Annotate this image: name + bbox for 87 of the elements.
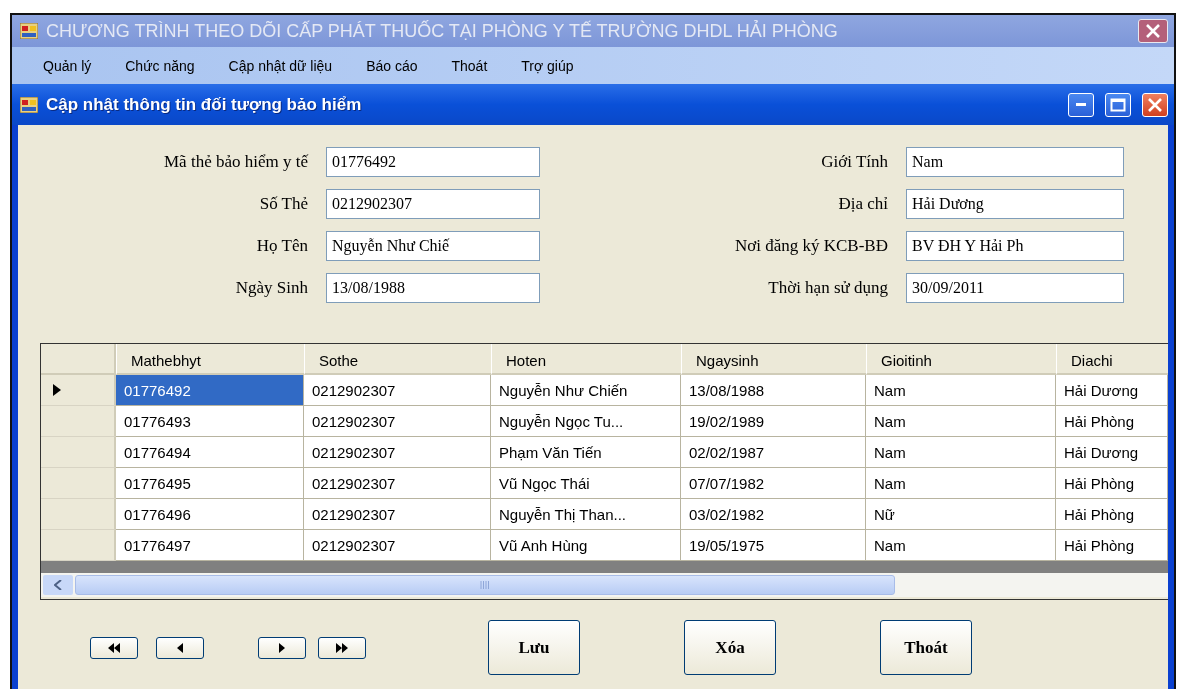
app-icon [20,23,38,39]
action-button[interactable]: Lưu [488,620,580,675]
minimize-icon [1076,103,1086,106]
table-cell: Phạm Văn Tiến [491,437,681,468]
table-cell: 0212902307 [304,375,491,406]
action-button[interactable]: Thoát [880,620,972,675]
minimize-button[interactable] [1068,92,1094,117]
action-button[interactable]: Xóa [684,620,776,675]
field-label: Ngày Sinh [235,278,308,298]
row-header[interactable] [41,375,116,406]
menu-item[interactable]: Thoát [434,57,505,74]
table-cell: 19/02/1989 [681,406,866,437]
table-cell: Nguyễn Thị Than... [491,499,681,530]
table-cell: Hải Phòng [1056,406,1168,437]
input-field[interactable]: 30/09/2011 [906,273,1124,303]
field-label: Số Thẻ [259,194,308,214]
field-label: Địa chỉ [838,194,888,214]
table-cell: Nữ [866,499,1056,530]
column-header[interactable]: Mathebhyt [116,344,304,375]
scroll-thumb[interactable] [75,575,895,595]
input-field[interactable]: BV ĐH Y Hải Ph [906,231,1124,261]
menu-item[interactable]: Quản lý [26,57,109,74]
table-cell: 0212902307 [304,499,491,530]
table-cell: Nam [866,468,1056,499]
table-cell: 02/02/1987 [681,437,866,468]
close-icon [1145,24,1161,38]
table-cell: 0212902307 [304,406,491,437]
close-button[interactable] [1138,19,1168,43]
column-header[interactable]: Hoten [491,344,681,375]
input-field[interactable]: 01776492 [326,147,540,177]
column-header[interactable]: Diachi [1056,344,1168,375]
table-cell: Hải Phòng [1056,468,1168,499]
menu-item[interactable]: Trợ giúp [504,57,591,74]
table-cell: 01776493 [116,406,304,437]
maximize-button[interactable] [1105,92,1131,117]
field-label: Nơi đăng ký KCB-BĐ [734,236,888,256]
table-cell: 13/08/1988 [681,375,866,406]
form-icon [20,96,38,113]
table-cell: Nam [866,375,1056,406]
table-cell: 07/07/1982 [681,468,866,499]
previous-button[interactable] [156,636,204,659]
table-cell: 01776496 [116,499,304,530]
horizontal-scrollbar[interactable] [41,573,1168,597]
field-label: Mã thẻ bảo hiểm y tế [164,152,308,172]
table-cell: Nam [866,437,1056,468]
column-header[interactable]: Sothe [304,344,491,375]
table-cell: Nguyễn Như Chiến [491,375,681,406]
left-arrow-icon [177,642,183,653]
table-cell: Nam [866,406,1056,437]
next-button[interactable] [258,636,306,659]
table-cell: Vũ Ngọc Thái [491,468,681,499]
input-field[interactable]: 13/08/1988 [326,273,540,303]
table-cell: Hải Dương [1056,437,1168,468]
table-cell: 0212902307 [304,437,491,468]
right-arrow-icon [279,642,285,653]
table-cell: Hải Phòng [1056,499,1168,530]
column-header[interactable]: Ngaysinh [681,344,866,375]
table-cell: 0212902307 [304,468,491,499]
last-button[interactable] [318,636,366,659]
double-left-arrow-icon [108,642,120,653]
table-cell: 01776492 [116,375,304,406]
grip-icon [480,581,490,589]
table-cell: 01776494 [116,437,304,468]
current-row-icon [53,384,61,396]
field-label: Giới Tính [821,152,888,172]
field-label: Thời hạn sử dụng [768,278,888,298]
menu-item[interactable]: Chức năng [108,57,212,74]
maximize-icon [1110,97,1126,112]
table-cell: Hải Dương [1056,375,1168,406]
form-title: Cập nhật thông tin đối tượng bảo hiểm [46,94,363,115]
input-field[interactable]: Nguyễn Như Chiế [326,231,540,261]
table-cell: Nguyễn Ngọc Tu... [491,406,681,437]
menu-item[interactable]: Báo cáo [349,57,435,74]
chevron-left-icon [54,580,62,590]
table-cell: 03/02/1982 [681,499,866,530]
first-button[interactable] [90,636,138,659]
menu-item[interactable]: Cập nhật dữ liệu [211,57,350,74]
window-title: CHƯƠNG TRÌNH THEO DÕI CẤP PHÁT THUỐC TẠI PHÒNG Y TẾ TRƯỜNG DHDL HẢI PHÒNG [46,20,839,42]
input-field[interactable]: 0212902307 [326,189,540,219]
input-field[interactable]: Nam [906,147,1124,177]
double-right-arrow-icon [336,642,348,653]
table-cell: 01776495 [116,468,304,499]
column-header[interactable]: Gioitinh [866,344,1056,375]
scroll-left-button[interactable] [43,575,73,595]
field-label: Họ Tên [256,236,308,256]
close-icon [1147,97,1163,112]
input-field[interactable]: Hải Dương [906,189,1124,219]
